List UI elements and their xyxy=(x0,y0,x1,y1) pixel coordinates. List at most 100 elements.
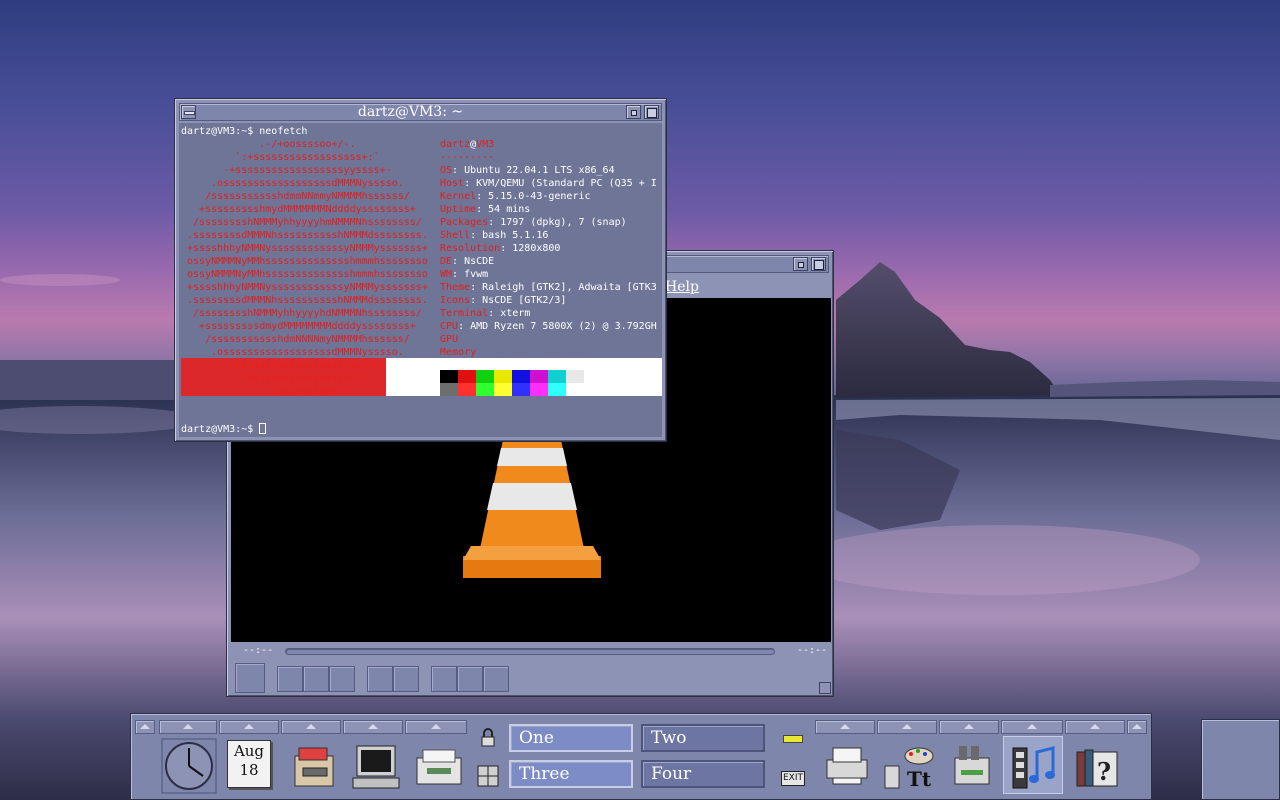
panel-menu-handle[interactable] xyxy=(135,720,155,734)
terminal-icon[interactable] xyxy=(347,738,403,794)
logo-line: /ssssssssssshdmNNNNmyNMMMMhssssss/ xyxy=(181,334,410,345)
clock-icon[interactable] xyxy=(161,738,217,794)
stop-button[interactable] xyxy=(303,666,329,692)
maximize-button[interactable] xyxy=(811,257,826,271)
subpanel-arrow-calendar[interactable] xyxy=(219,720,279,734)
info-line: Terminal: xterm xyxy=(440,307,530,320)
minimize-button[interactable] xyxy=(626,105,641,119)
minimize-button[interactable] xyxy=(793,257,808,271)
loop-button[interactable] xyxy=(457,666,483,692)
workspace-icon[interactable] xyxy=(477,765,499,787)
next-button[interactable] xyxy=(329,666,355,692)
palette-swatch xyxy=(440,383,458,396)
play-button[interactable] xyxy=(235,663,265,693)
command-line: dartz@VM3:~$ neofetch xyxy=(181,126,308,137)
info-line: Uptime: 54 mins xyxy=(440,203,530,216)
busy-light xyxy=(783,735,803,743)
palette-swatch xyxy=(566,370,584,383)
subpanel-arrow-terminal[interactable] xyxy=(343,720,403,734)
palette-swatch xyxy=(512,370,530,383)
info-line: Memory: 477MiB / 7951MiB xyxy=(440,346,585,359)
info-line: Host: KVM/QEMU (Standard PC (Q35 + I xyxy=(440,177,657,190)
front-panel: Aug 18 One Two Three Four EXIT Tt ? xyxy=(130,713,1152,800)
exit-button[interactable]: EXIT xyxy=(781,771,805,786)
terminal-title-bar[interactable]: dartz@VM3: ~ xyxy=(179,103,662,121)
info-value: : bash 5.1.16 xyxy=(470,230,549,241)
info-value: : KVM/QEMU (Standard PC (Q35 + I xyxy=(464,178,657,189)
workspace-switcher: One Two Three Four xyxy=(509,722,773,794)
subpanel-arrow-help[interactable] xyxy=(1065,720,1125,734)
info-value: : 477MiB / 7951MiB xyxy=(476,347,585,358)
info-key: Memory xyxy=(440,347,477,358)
volume-slider[interactable] xyxy=(717,669,817,689)
workspace-button-four[interactable]: Four xyxy=(641,760,765,788)
workspace-button-one[interactable]: One xyxy=(509,724,633,752)
subpanel-arrow-printer[interactable] xyxy=(815,720,875,734)
media-player-icon[interactable] xyxy=(1007,738,1063,794)
info-line: Kernel: 5.15.0-43-generic xyxy=(440,190,591,203)
time-elapsed: --:-- xyxy=(243,645,274,656)
info-key: Uptime xyxy=(440,204,477,215)
calendar-icon[interactable]: Aug 18 xyxy=(227,740,271,788)
seek-bar[interactable] xyxy=(285,648,775,655)
info-value: : Raleigh [GTK2], Adwaita [GTK3 xyxy=(470,282,657,293)
info-line: Shell: bash 5.1.16 xyxy=(440,229,548,242)
cursor xyxy=(259,423,267,434)
info-line: DE: NsCDE xyxy=(440,255,494,268)
logo-line: ossyNMMMNyMMhsssssssssssssshmmmhssssssso xyxy=(181,256,428,267)
workspace-button-three[interactable]: Three xyxy=(509,760,633,788)
style-manager-icon[interactable]: Tt xyxy=(881,738,937,794)
terminal-screen[interactable]: dartz@VM3:~$ neofetch .-/+oossssoo+/-. `… xyxy=(179,123,662,437)
terminal-window[interactable]: dartz@VM3: ~ dartz@VM3:~$ neofetch .-/+o… xyxy=(174,98,667,442)
subpanel-arrow-clock[interactable] xyxy=(159,720,217,734)
workspace-button-two[interactable]: Two xyxy=(641,724,765,752)
maximize-button[interactable] xyxy=(644,105,659,119)
lock-icon[interactable] xyxy=(479,728,497,748)
info-line: WM: fvwm xyxy=(440,268,488,281)
playlist-button[interactable] xyxy=(431,666,457,692)
mail-icon[interactable] xyxy=(411,738,467,794)
subpanel-arrow-media[interactable] xyxy=(1001,720,1063,734)
logo-line: .-/+oossssoo+/-. xyxy=(181,139,356,150)
palette-swatch xyxy=(548,383,566,396)
subpanel-arrow-mail[interactable] xyxy=(405,720,467,734)
extended-settings-button[interactable] xyxy=(393,666,419,692)
fullscreen-button[interactable] xyxy=(367,666,393,692)
info-key: Theme xyxy=(440,282,471,293)
info-key: Packages xyxy=(440,217,489,228)
info-key: DE xyxy=(440,256,453,267)
info-line: CPU: AMD Ryzen 7 5800X (2) @ 3.792GH xyxy=(440,320,657,333)
logo-line: /sssssssshNMMMyhhyyyyhmNMMMNhssssssss/ xyxy=(181,217,422,228)
logo-line: +sssssssssdmydMMMMMMMMddddyssssssss+ xyxy=(181,321,416,332)
info-value: : NsCDE xyxy=(452,256,495,267)
info-value: : Ubuntu 22.04.1 LTS x86_64 xyxy=(452,165,615,176)
logo-line: .ssssssssdMMMNhsssssssssshNMMMdssssssss. xyxy=(181,230,428,241)
panel-minimize-handle[interactable] xyxy=(1127,720,1147,734)
resize-grip[interactable] xyxy=(819,682,831,694)
subpanel-arrow-apps[interactable] xyxy=(939,720,999,734)
pager-corner[interactable] xyxy=(1201,719,1280,800)
help-icon[interactable]: ? xyxy=(1069,738,1125,794)
logo-line: /sssssssshNMMMyhhyyyyhdNMMMNhssssssss/ xyxy=(181,308,422,319)
menu-item-help[interactable]: Help xyxy=(665,279,699,295)
info-key: WM xyxy=(440,269,453,280)
subpanel-arrow-style[interactable] xyxy=(877,720,937,734)
info-key: Terminal xyxy=(440,308,489,319)
info-line: Resolution: 1280x800 xyxy=(440,242,560,255)
svg-text:Tt: Tt xyxy=(907,767,932,791)
printer-icon[interactable] xyxy=(819,738,875,794)
app-manager-icon[interactable] xyxy=(943,738,999,794)
shuffle-button[interactable] xyxy=(483,666,509,692)
palette-swatch xyxy=(548,370,566,383)
previous-button[interactable] xyxy=(277,666,303,692)
info-value: : fvwm xyxy=(452,269,489,280)
subpanel-arrow-files[interactable] xyxy=(281,720,341,734)
info-key: Resolution xyxy=(440,243,501,254)
palette-swatch xyxy=(530,370,548,383)
logo-line: `:+ssssssssssssssssss+:` xyxy=(181,152,380,163)
window-menu-button[interactable] xyxy=(181,105,196,119)
file-manager-icon[interactable] xyxy=(285,738,341,794)
info-line: Icons: NsCDE [GTK2/3] xyxy=(440,294,566,307)
time-total: --:-- xyxy=(797,645,828,656)
info-key: CPU xyxy=(440,321,459,332)
